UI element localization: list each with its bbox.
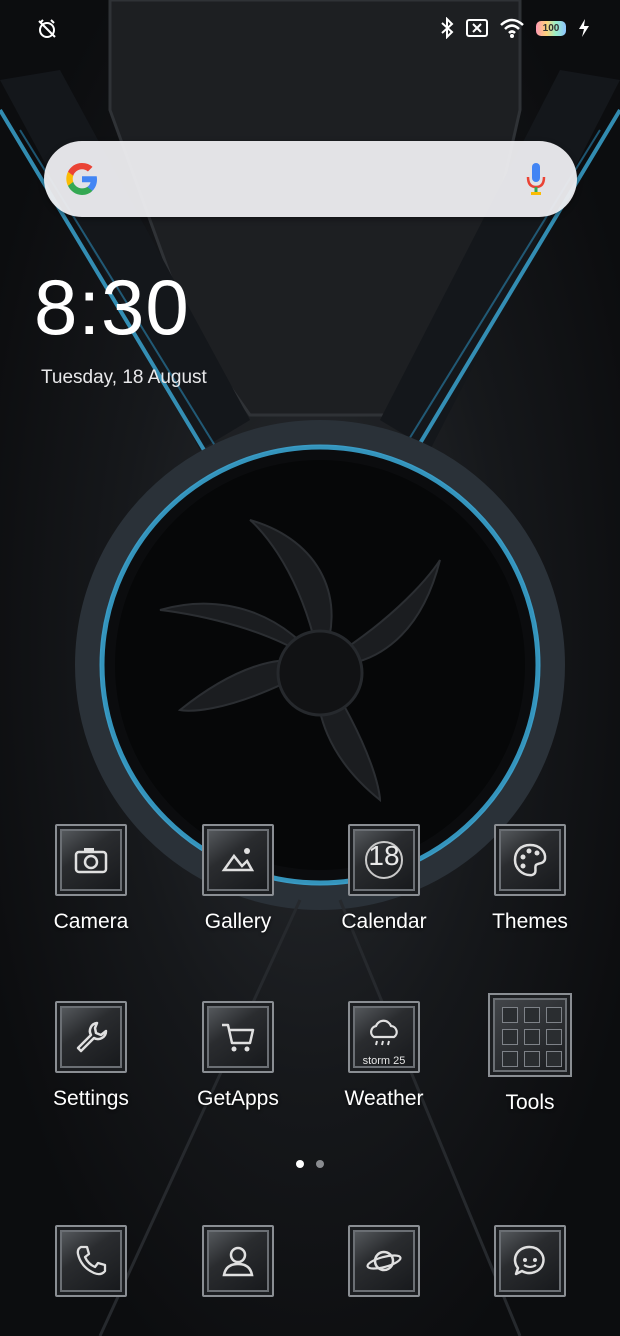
battery-level: 100 [536,20,566,36]
clock-time[interactable]: 8:30 [34,268,190,346]
messaging-tile [494,1225,566,1297]
calendar-tile: 18 [348,824,420,896]
page-dot-active [296,1160,304,1168]
calendar-day: 18 [368,840,400,871]
app-label: Weather [344,1087,424,1110]
dock-browser[interactable] [324,1225,444,1297]
messaging-icon [513,1245,545,1276]
camera-icon [74,848,108,874]
app-calendar[interactable]: 18 Calendar [324,824,444,934]
folder-tools[interactable]: Tools [470,993,590,1115]
app-weather[interactable]: storm 25 Weather [324,1001,444,1111]
contacts-icon [222,1246,254,1277]
wifi-icon [500,18,524,38]
dock-messaging[interactable] [470,1225,590,1297]
app-label: Gallery [204,910,272,933]
app-themes[interactable]: Themes [470,824,590,934]
app-label: Tools [505,1091,555,1114]
palette-icon [513,843,547,877]
app-label: GetApps [197,1087,279,1110]
charging-icon [579,19,589,37]
dock-contacts[interactable] [178,1225,298,1297]
app-label: Settings [53,1087,129,1110]
app-settings[interactable]: Settings [31,1001,151,1111]
home-screen: 100 8:30 Tuesday, 18 August Camera Galle… [0,0,620,1336]
phone-tile [55,1225,127,1297]
battery-icon: 100 [536,20,566,36]
settings-tile [55,1001,127,1073]
gallery-icon [221,848,255,872]
app-gallery[interactable]: Gallery [178,824,298,934]
alarm-off-icon [38,19,56,38]
page-dot [316,1160,324,1168]
cloud-rain-icon [370,1019,398,1046]
getapps-tile [202,1001,274,1073]
sim-off-icon [466,19,488,37]
google-logo-icon [66,163,97,195]
browser-tile [348,1225,420,1297]
mic-icon[interactable] [525,162,547,196]
contacts-tile [202,1225,274,1297]
camera-tile [55,824,127,896]
app-label: Themes [492,910,568,933]
themes-tile [494,824,566,896]
google-search-bar[interactable] [44,141,577,217]
page-indicator [0,1160,620,1168]
weather-condition: storm 25 [362,1055,406,1067]
app-label: Calendar [341,910,427,933]
app-camera[interactable]: Camera [31,824,151,934]
weather-tile: storm 25 [348,1001,420,1073]
browser-planet-icon [366,1250,402,1272]
app-getapps[interactable]: GetApps [178,1001,298,1111]
status-bar: 100 [0,0,620,58]
folder-grid-icon [488,993,572,1077]
cart-icon [222,1023,255,1052]
dock-phone[interactable] [31,1225,151,1297]
gallery-tile [202,824,274,896]
bluetooth-icon [441,17,454,39]
phone-icon [76,1245,107,1276]
app-label: Camera [53,910,129,933]
wrench-icon [76,1021,108,1053]
clock-date[interactable]: Tuesday, 18 August [41,367,207,389]
